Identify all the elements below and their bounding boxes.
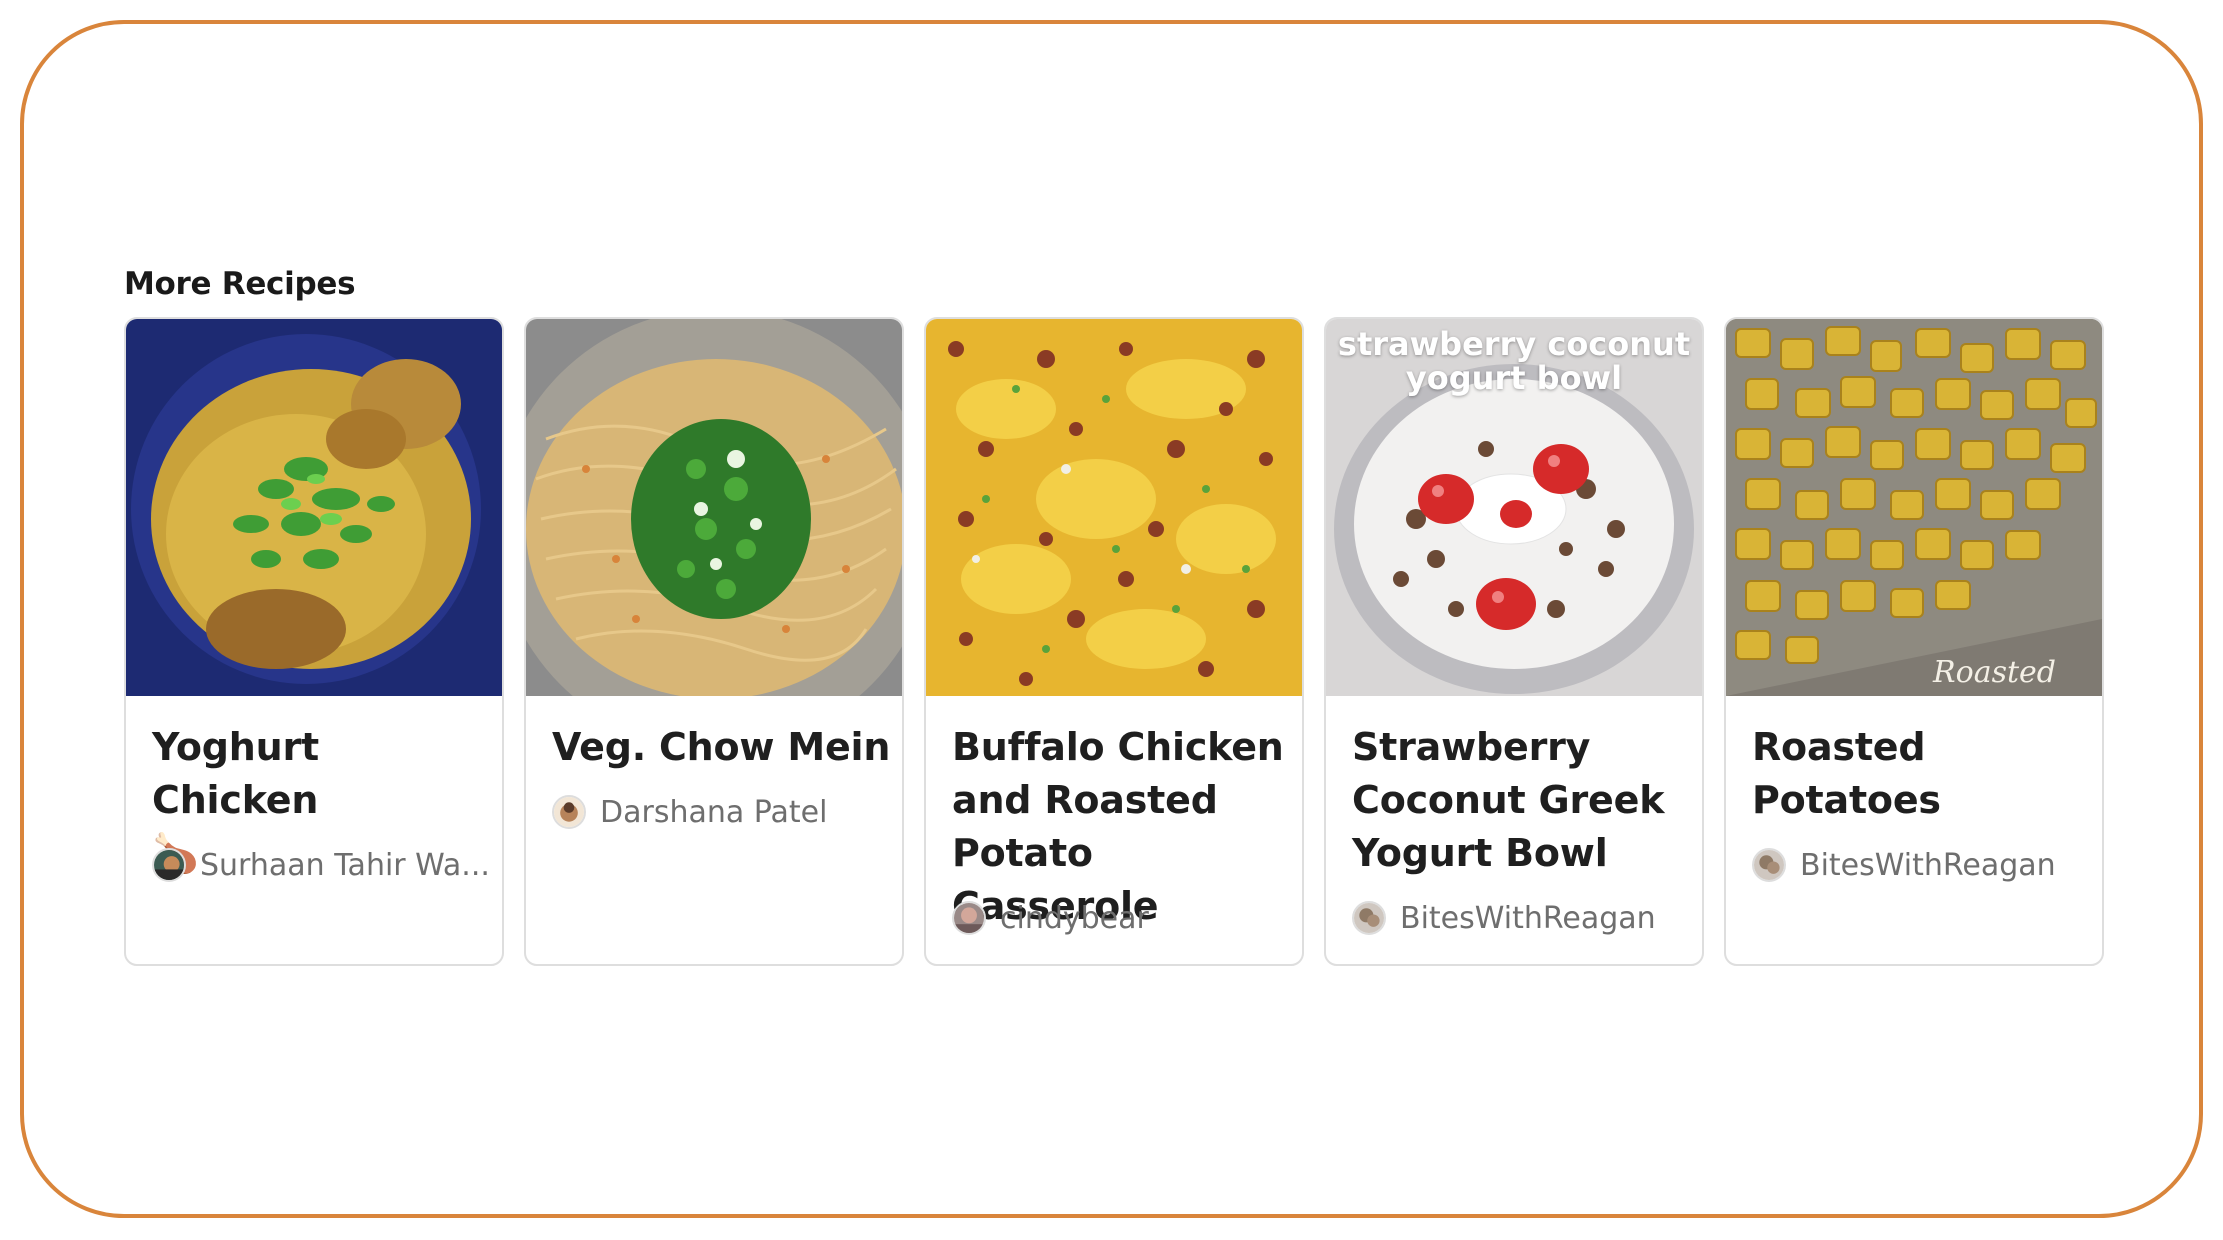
recipe-author[interactable]: BitesWithReagan <box>1752 845 2092 885</box>
author-name: Darshana Patel <box>600 794 828 830</box>
recipe-author[interactable]: cindybear <box>952 898 1292 938</box>
recipe-card-roasted-potatoes[interactable]: Roasted Roasted Potatoes BitesWithReagan <box>1724 317 2104 966</box>
recipe-image[interactable] <box>926 319 1302 696</box>
recipe-author[interactable]: Darshana Patel <box>552 792 892 832</box>
recipe-title[interactable]: Veg. Chow Mein <box>552 721 892 774</box>
recipe-card-veg-chow-mein[interactable]: Veg. Chow Mein Darshana Patel <box>524 317 904 966</box>
recipe-author[interactable]: BitesWithReagan <box>1352 898 1692 938</box>
recipe-card-yoghurt-chicken[interactable]: Yoghurt Chicken 🍗 Surhaan Tahir Wa... <box>124 317 504 966</box>
recipe-card-strawberry-yogurt-bowl[interactable]: strawberry coconut yogurt bowl Strawberr… <box>1324 317 1704 966</box>
author-name: cindybear <box>1000 900 1149 936</box>
recipe-title[interactable]: Strawberry Coconut Greek Yogurt Bowl <box>1352 721 1692 880</box>
avatar <box>1352 901 1386 935</box>
image-overlay-text: Roasted <box>1933 655 2056 690</box>
recipe-image[interactable] <box>526 319 902 696</box>
recipe-title[interactable]: Roasted Potatoes <box>1752 721 2092 827</box>
author-name: Surhaan Tahir Wa... <box>200 847 490 883</box>
author-name: BitesWithReagan <box>1800 847 2056 883</box>
recipe-image[interactable]: Roasted <box>1726 319 2102 696</box>
recipe-image[interactable]: strawberry coconut yogurt bowl <box>1326 319 1702 696</box>
recipe-image[interactable] <box>126 319 502 696</box>
section-title: More Recipes <box>124 266 356 302</box>
author-name: BitesWithReagan <box>1400 900 1656 936</box>
avatar <box>552 795 586 829</box>
avatar <box>1752 848 1786 882</box>
recipe-card-buffalo-casserole[interactable]: Buffalo Chicken and Roasted Potato Casse… <box>924 317 1304 966</box>
avatar <box>952 901 986 935</box>
avatar <box>152 848 186 882</box>
recipe-author[interactable]: Surhaan Tahir Wa... <box>152 845 492 885</box>
image-overlay-text: strawberry coconut yogurt bowl <box>1337 325 1691 397</box>
